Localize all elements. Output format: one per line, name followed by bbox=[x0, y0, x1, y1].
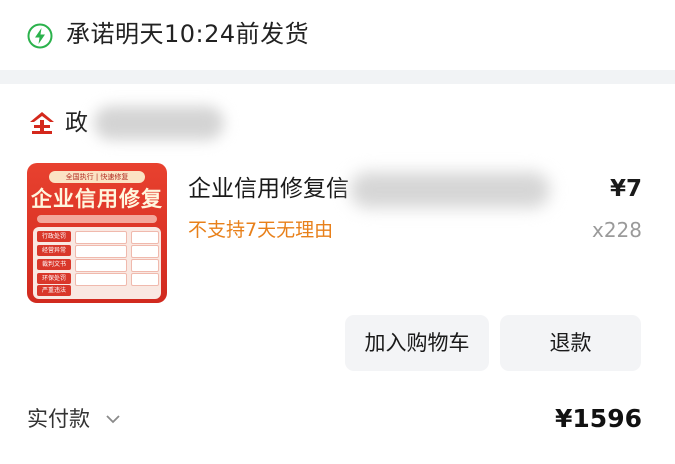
section-divider bbox=[0, 70, 675, 84]
thumbnail-card bbox=[131, 273, 159, 286]
shop-name: 政 bbox=[65, 110, 88, 136]
thumbnail-tag: 严重违法 bbox=[37, 285, 71, 296]
redacted-shop-name bbox=[94, 106, 224, 140]
product-price: ¥7 bbox=[609, 176, 642, 202]
return-policy-note: 不支持7天无理由 bbox=[188, 219, 334, 241]
thumbnail-tag: 裁判文书 bbox=[37, 259, 71, 270]
delivery-promise-bar: 承诺明天10:24前发货 bbox=[0, 0, 675, 70]
product-title[interactable]: 企业信用修复信 bbox=[188, 173, 349, 205]
thumbnail-card bbox=[75, 231, 127, 244]
thumbnail-card bbox=[131, 259, 159, 272]
redacted-product-title bbox=[350, 172, 550, 208]
thumbnail-panel: 行政处罚 经营异常 裁判文书 环保处罚 严重违法 bbox=[33, 227, 161, 299]
bolt-icon bbox=[27, 23, 53, 49]
shop-logo-icon bbox=[30, 112, 54, 134]
paid-amount-label[interactable]: 实付款 bbox=[27, 404, 90, 434]
thumbnail-subline bbox=[37, 215, 157, 223]
thumbnail-card bbox=[131, 231, 159, 244]
paid-amount-value: ¥1596 bbox=[555, 404, 642, 433]
thumbnail-card bbox=[75, 245, 127, 258]
thumbnail-card bbox=[75, 259, 127, 272]
thumbnail-tag: 环保处罚 bbox=[37, 273, 71, 284]
thumbnail-tag: 经营异常 bbox=[37, 245, 71, 256]
thumbnail-title: 企业信用修复 bbox=[31, 187, 163, 211]
product-quantity: x228 bbox=[591, 218, 642, 242]
product-thumbnail[interactable]: 全国执行 | 快速修复 企业信用修复 行政处罚 经营异常 裁判文书 环保处罚 严… bbox=[27, 163, 167, 303]
thumbnail-tag: 行政处罚 bbox=[37, 231, 71, 242]
thumbnail-banner: 全国执行 | 快速修复 bbox=[49, 171, 145, 183]
thumbnail-card bbox=[131, 245, 159, 258]
thumbnail-card bbox=[75, 273, 127, 286]
add-to-cart-button[interactable]: 加入购物车 bbox=[345, 315, 489, 371]
delivery-promise-text: 承诺明天10:24前发货 bbox=[66, 20, 310, 48]
chevron-down-icon[interactable] bbox=[105, 413, 121, 425]
shop-row[interactable]: 政 bbox=[0, 84, 675, 160]
refund-button[interactable]: 退款 bbox=[500, 315, 641, 371]
